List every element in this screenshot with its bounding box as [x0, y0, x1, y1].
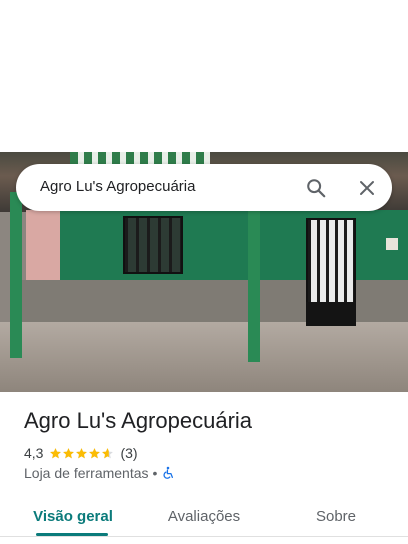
photo-roof-decoration — [70, 152, 210, 164]
tab-reviews[interactable]: Avaliações — [158, 496, 250, 536]
photo-ground — [0, 322, 408, 392]
divider — [0, 536, 408, 537]
close-icon — [360, 181, 374, 195]
place-category[interactable]: Loja de ferramentas — [24, 465, 149, 481]
search-bar[interactable]: Agro Lu's Agropecuária — [16, 164, 392, 211]
close-button[interactable] — [352, 173, 382, 203]
review-count[interactable]: (3) — [120, 445, 137, 461]
star-icon — [50, 447, 62, 458]
photo-pillar-middle — [248, 202, 260, 362]
photo-pink-wall — [26, 210, 60, 280]
star-icon — [76, 447, 88, 458]
tab-bar: Visão geral Avaliações Sobre — [0, 496, 408, 536]
rating-stars — [49, 447, 114, 460]
photo-window — [123, 216, 183, 274]
photo-outlet — [386, 238, 398, 250]
photo-pillar-left — [10, 192, 22, 358]
photo-door-base — [306, 302, 356, 326]
place-title: Agro Lu's Agropecuária — [24, 408, 253, 433]
rating-row[interactable]: 4,3 (3) — [24, 445, 138, 461]
category-row: Loja de ferramentas • — [24, 465, 175, 481]
search-button[interactable] — [301, 173, 331, 203]
tab-about[interactable]: Sobre — [300, 496, 372, 536]
wheelchair-icon — [161, 466, 175, 480]
search-input[interactable]: Agro Lu's Agropecuária — [40, 178, 195, 195]
star-icon — [102, 447, 114, 458]
star-icon — [89, 447, 101, 458]
separator: • — [152, 465, 158, 481]
tab-overview[interactable]: Visão geral — [28, 496, 118, 536]
star-icon — [63, 447, 75, 458]
top-blank-area — [0, 0, 408, 152]
search-icon — [307, 179, 326, 198]
rating-value: 4,3 — [24, 445, 44, 461]
